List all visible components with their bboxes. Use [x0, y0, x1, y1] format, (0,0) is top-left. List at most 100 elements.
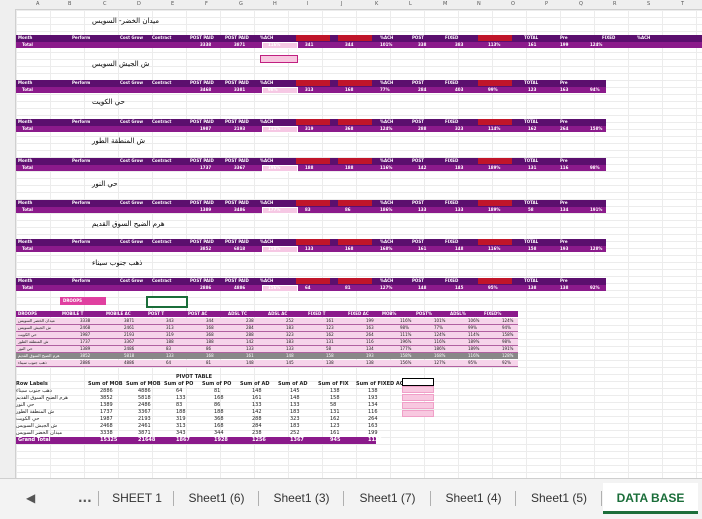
- pink-input-cell[interactable]: [260, 55, 298, 63]
- pivot-cell[interactable]: 163: [368, 423, 378, 429]
- summary-cell[interactable]: 183: [286, 325, 294, 330]
- pivot-cell[interactable]: 142: [252, 409, 262, 415]
- column-headers[interactable]: ABC DEF GHI JKL MNO PQR ST: [0, 0, 702, 10]
- pivot-cell[interactable]: 183: [290, 423, 300, 429]
- pivot-header-cell[interactable]: Sum of PO: [164, 381, 193, 387]
- summary-header-cell[interactable]: POST T: [148, 311, 164, 316]
- summary-cell[interactable]: 189%: [468, 339, 479, 344]
- summary-cell[interactable]: 106%: [468, 318, 479, 323]
- pivot-total-cell[interactable]: 1867: [176, 437, 190, 443]
- summary-header-cell[interactable]: ADSL%: [450, 311, 466, 316]
- sheet-tab[interactable]: Sheet1 (5): [517, 483, 601, 514]
- summary-cell[interactable]: 3338: [80, 318, 90, 323]
- summary-cell[interactable]: حي النور: [18, 346, 33, 351]
- summary-cell[interactable]: 64: [166, 360, 171, 365]
- pivot-cell[interactable]: 344: [214, 430, 224, 436]
- summary-cell[interactable]: 138: [366, 360, 374, 365]
- pivot-cell[interactable]: ميدان الخضر السويس: [16, 430, 62, 436]
- summary-cell[interactable]: 111%: [400, 332, 411, 337]
- selected-cell[interactable]: [146, 296, 188, 308]
- sheet-tab[interactable]: SHEET 1: [101, 483, 173, 514]
- summary-cell[interactable]: 99%: [468, 325, 477, 330]
- summary-cell[interactable]: 148: [286, 353, 294, 358]
- pivot-cell[interactable]: 343: [176, 430, 186, 436]
- boxed-cell[interactable]: [402, 378, 434, 386]
- pivot-cell[interactable]: 168: [214, 423, 224, 429]
- pivot-cell[interactable]: 323: [290, 416, 300, 422]
- summary-cell[interactable]: 264: [366, 332, 374, 337]
- pivot-cell[interactable]: 284: [252, 423, 262, 429]
- row-headers[interactable]: [0, 9, 16, 478]
- summary-cell[interactable]: 4886: [124, 360, 134, 365]
- pivot-cell[interactable]: 1737: [100, 409, 113, 415]
- summary-cell[interactable]: 2486: [124, 346, 134, 351]
- summary-cell[interactable]: 162: [326, 332, 334, 337]
- pivot-cell[interactable]: 2486: [138, 402, 151, 408]
- pivot-cell[interactable]: 264: [368, 416, 378, 422]
- pivot-cell[interactable]: 188: [214, 409, 224, 415]
- pivot-cell[interactable]: 193: [368, 395, 378, 401]
- summary-cell[interactable]: 58: [326, 346, 331, 351]
- summary-cell[interactable]: 319: [166, 332, 174, 337]
- pivot-cell[interactable]: 83: [176, 402, 182, 408]
- pivot-cell[interactable]: 116: [368, 409, 378, 415]
- sheet-tab[interactable]: Sheet1 (4): [432, 483, 515, 514]
- pivot-cell[interactable]: 138: [330, 388, 340, 394]
- summary-cell[interactable]: 133: [166, 353, 174, 358]
- pivot-header-cell[interactable]: Sum of AD: [240, 381, 269, 387]
- summary-cell[interactable]: 323: [286, 332, 294, 337]
- sheet-tab[interactable]: Sheet1 (6): [175, 483, 258, 514]
- pivot-cell[interactable]: 145: [290, 388, 300, 394]
- pivot-cell[interactable]: 168: [214, 395, 224, 401]
- pivot-cell[interactable]: 3338: [100, 430, 113, 436]
- summary-cell[interactable]: 196%: [400, 339, 411, 344]
- pivot-header-cell[interactable]: Sum of PO: [202, 381, 231, 387]
- summary-cell[interactable]: 116%: [400, 318, 411, 323]
- spreadsheet-area[interactable]: ABC DEF GHI JKL MNO PQR ST ميدان الخضر- …: [0, 0, 702, 478]
- summary-cell[interactable]: 199: [366, 318, 374, 323]
- summary-cell[interactable]: 81: [206, 360, 211, 365]
- pivot-cell[interactable]: 131: [330, 409, 340, 415]
- summary-header-cell[interactable]: POST AC: [188, 311, 207, 316]
- summary-cell[interactable]: 186%: [434, 346, 445, 351]
- pivot-cell[interactable]: 5818: [138, 395, 151, 401]
- pivot-total-cell[interactable]: 1367: [290, 437, 304, 443]
- pivot-total-cell[interactable]: 1928: [214, 437, 228, 443]
- summary-cell[interactable]: 95%: [468, 360, 477, 365]
- summary-cell[interactable]: 168: [206, 353, 214, 358]
- summary-cell[interactable]: 168: [206, 325, 214, 330]
- pivot-cell[interactable]: 3871: [138, 430, 151, 436]
- summary-cell[interactable]: 127%: [434, 360, 445, 365]
- summary-cell[interactable]: 77%: [434, 325, 443, 330]
- pivot-total-cell[interactable]: 945: [330, 437, 340, 443]
- summary-cell[interactable]: 158%: [400, 353, 411, 358]
- summary-cell[interactable]: 156%: [400, 360, 411, 365]
- pivot-cell[interactable]: 1987: [100, 416, 113, 422]
- summary-cell[interactable]: 1737: [80, 339, 90, 344]
- tab-scroll-left-icon[interactable]: ◀: [26, 491, 35, 505]
- summary-cell[interactable]: 288: [246, 332, 254, 337]
- pivot-header-cell[interactable]: Row Labels: [16, 381, 48, 387]
- summary-cell[interactable]: 284: [246, 325, 254, 330]
- summary-cell[interactable]: 2193: [124, 332, 134, 337]
- summary-cell[interactable]: 134: [366, 346, 374, 351]
- summary-cell[interactable]: 343: [166, 318, 174, 323]
- pivot-cell[interactable]: 133: [290, 402, 300, 408]
- pivot-cell[interactable]: 3852: [100, 395, 113, 401]
- summary-cell[interactable]: 131: [326, 339, 334, 344]
- pivot-cell[interactable]: 133: [252, 402, 262, 408]
- summary-cell[interactable]: 191%: [502, 346, 513, 351]
- pivot-header-cell[interactable]: Sum of MOB: [126, 381, 161, 387]
- pivot-total-cell[interactable]: 1256: [252, 437, 266, 443]
- pivot-cell[interactable]: 183: [290, 409, 300, 415]
- summary-header-cell[interactable]: DROOPS: [18, 311, 37, 316]
- summary-cell[interactable]: 116: [366, 339, 374, 344]
- summary-cell[interactable]: 3367: [124, 339, 134, 344]
- summary-cell[interactable]: 2461: [124, 325, 134, 330]
- summary-cell[interactable]: ذهب جنوب سيناء: [18, 360, 47, 365]
- summary-cell[interactable]: 116%: [468, 353, 479, 358]
- summary-cell[interactable]: 101%: [434, 318, 445, 323]
- pivot-cell[interactable]: 1389: [100, 402, 113, 408]
- pivot-cell[interactable]: 368: [214, 416, 224, 422]
- pivot-cell[interactable]: 188: [176, 409, 186, 415]
